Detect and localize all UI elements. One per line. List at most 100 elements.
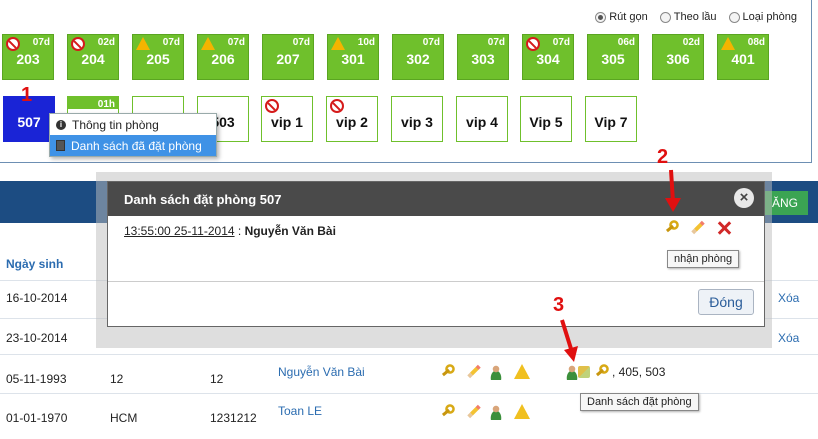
room-number: 301 — [341, 51, 365, 67]
no-entry-icon — [265, 99, 279, 113]
checkin-key-icon[interactable] — [664, 220, 680, 236]
room-duration: 07d — [487, 37, 505, 48]
room-number: 302 — [406, 51, 430, 67]
room-tile[interactable]: 02d 306 — [652, 34, 704, 80]
room-tile[interactable]: 10d 301 — [327, 34, 379, 80]
warning-icon[interactable] — [514, 404, 530, 419]
no-entry-icon — [71, 37, 85, 51]
column-header-dob: Ngày sinh — [6, 257, 64, 271]
room-number: 507 — [17, 114, 41, 130]
room-number: vip 4 — [466, 114, 498, 130]
key-icon[interactable] — [594, 364, 610, 380]
menu-item-booking-list[interactable]: Danh sách đã đặt phòng — [50, 135, 216, 156]
room-tile[interactable]: 07d 203 — [2, 34, 54, 80]
room-number: 304 — [536, 51, 560, 67]
room-duration: 07d — [292, 37, 310, 48]
radio-icon — [595, 11, 607, 23]
rooms-cell: , 405, 503 — [612, 365, 666, 379]
room-tile[interactable]: vip 1 — [261, 96, 313, 142]
room-tile[interactable]: Vip 7 — [585, 96, 637, 142]
room-duration: 07d — [552, 37, 570, 48]
booking-list-icon[interactable] — [578, 366, 590, 378]
edit-pencil-icon[interactable] — [690, 220, 706, 236]
booking-entry: 13:55:00 25-11-2014 : Nguyễn Văn Bài — [124, 224, 336, 238]
room-tile[interactable]: vip 3 — [391, 96, 443, 142]
close-button[interactable]: Đóng — [698, 289, 754, 315]
room-duration: 02d — [97, 37, 115, 48]
step-marker-3: 3 — [553, 294, 565, 316]
room-tile[interactable]: 07d 304 — [522, 34, 574, 80]
view-option-compact[interactable]: Rút gọn — [595, 11, 648, 23]
room-duration: 01h — [97, 99, 115, 110]
view-option-room-type[interactable]: Loại phòng — [728, 11, 797, 23]
phone-cell: 1231212 — [210, 411, 257, 425]
info-icon: i — [56, 119, 66, 130]
room-tile[interactable]: 07d 206 — [197, 34, 249, 80]
tooltip-checkin: nhận phòng — [667, 250, 740, 268]
pencil-icon[interactable] — [466, 364, 482, 380]
customer-name-link[interactable]: Toan LE — [278, 404, 322, 418]
room-tile[interactable]: vip 4 — [456, 96, 508, 142]
no-entry-icon — [526, 37, 540, 51]
dob-cell: 16-10-2014 — [6, 291, 68, 305]
warning-icon — [721, 37, 735, 50]
room-tile[interactable]: 08d 401 — [717, 34, 769, 80]
booking-separator: : — [234, 224, 245, 238]
room-tile[interactable]: 07d 303 — [457, 34, 509, 80]
room-number: 206 — [211, 51, 235, 67]
booking-time[interactable]: 13:55:00 25-11-2014 — [124, 224, 235, 238]
room-number: 303 — [471, 51, 495, 67]
room-tile[interactable]: 02d 204 — [67, 34, 119, 80]
room-number: 205 — [146, 51, 170, 67]
user-icon[interactable] — [490, 364, 506, 380]
step-marker-1: 1 — [21, 84, 33, 106]
no-entry-icon — [6, 37, 20, 51]
room-number: 401 — [731, 51, 755, 67]
room-duration: 06d — [617, 37, 635, 48]
delete-x-icon[interactable] — [716, 220, 732, 236]
menu-item-room-info[interactable]: i Thông tin phòng — [50, 114, 216, 135]
address-cell: 12 — [110, 372, 124, 386]
list-icon — [56, 140, 65, 151]
warning-icon[interactable] — [514, 364, 530, 379]
view-option-by-floor[interactable]: Theo lầu — [659, 11, 717, 23]
room-number: 204 — [81, 51, 105, 67]
room-duration: 07d — [162, 37, 180, 48]
view-options: Rút gọn Theo lầu Loại phòng — [595, 11, 797, 23]
booking-customer: Nguyễn Văn Bài — [244, 224, 336, 238]
close-icon[interactable]: × — [734, 188, 754, 208]
key-icon[interactable] — [440, 404, 456, 420]
room-tile[interactable]: 07d 207 — [262, 34, 314, 80]
room-duration: 07d — [227, 37, 245, 48]
room-tile[interactable]: vip 2 — [326, 96, 378, 142]
key-icon[interactable] — [440, 364, 456, 380]
arrow-icon — [560, 319, 578, 362]
customer-name-link[interactable]: Nguyễn Văn Bài — [278, 365, 365, 379]
warning-icon — [331, 37, 345, 50]
radio-icon — [659, 11, 671, 23]
room-number: Vip 5 — [529, 114, 563, 130]
delete-link[interactable]: Xóa — [778, 291, 799, 305]
warning-icon — [201, 37, 215, 50]
phone-cell: 12 — [210, 372, 224, 386]
user-icon[interactable] — [490, 404, 506, 420]
room-duration: 02d — [682, 37, 700, 48]
room-number: 207 — [276, 51, 300, 67]
room-tile[interactable]: Vip 5 — [520, 96, 572, 142]
modal-divider — [108, 281, 764, 282]
delete-link[interactable]: Xóa — [778, 331, 799, 345]
room-tile[interactable]: 07d 302 — [392, 34, 444, 80]
room-tile[interactable]: 06d 305 — [587, 34, 639, 80]
pencil-icon[interactable] — [466, 404, 482, 420]
radio-icon — [728, 11, 740, 23]
room-duration: 07d — [32, 37, 50, 48]
room-number: 203 — [16, 51, 40, 67]
room-tile[interactable]: 07d 205 — [132, 34, 184, 80]
room-number: vip 2 — [336, 114, 368, 130]
tooltip-booking-list: Danh sách đặt phòng — [580, 393, 699, 411]
dob-cell: 05-11-1993 — [6, 372, 67, 386]
room-number: 305 — [601, 51, 625, 67]
step-marker-2: 2 — [657, 146, 669, 168]
room-number: vip 1 — [271, 114, 303, 130]
dob-cell: 01-01-1970 — [6, 411, 68, 425]
